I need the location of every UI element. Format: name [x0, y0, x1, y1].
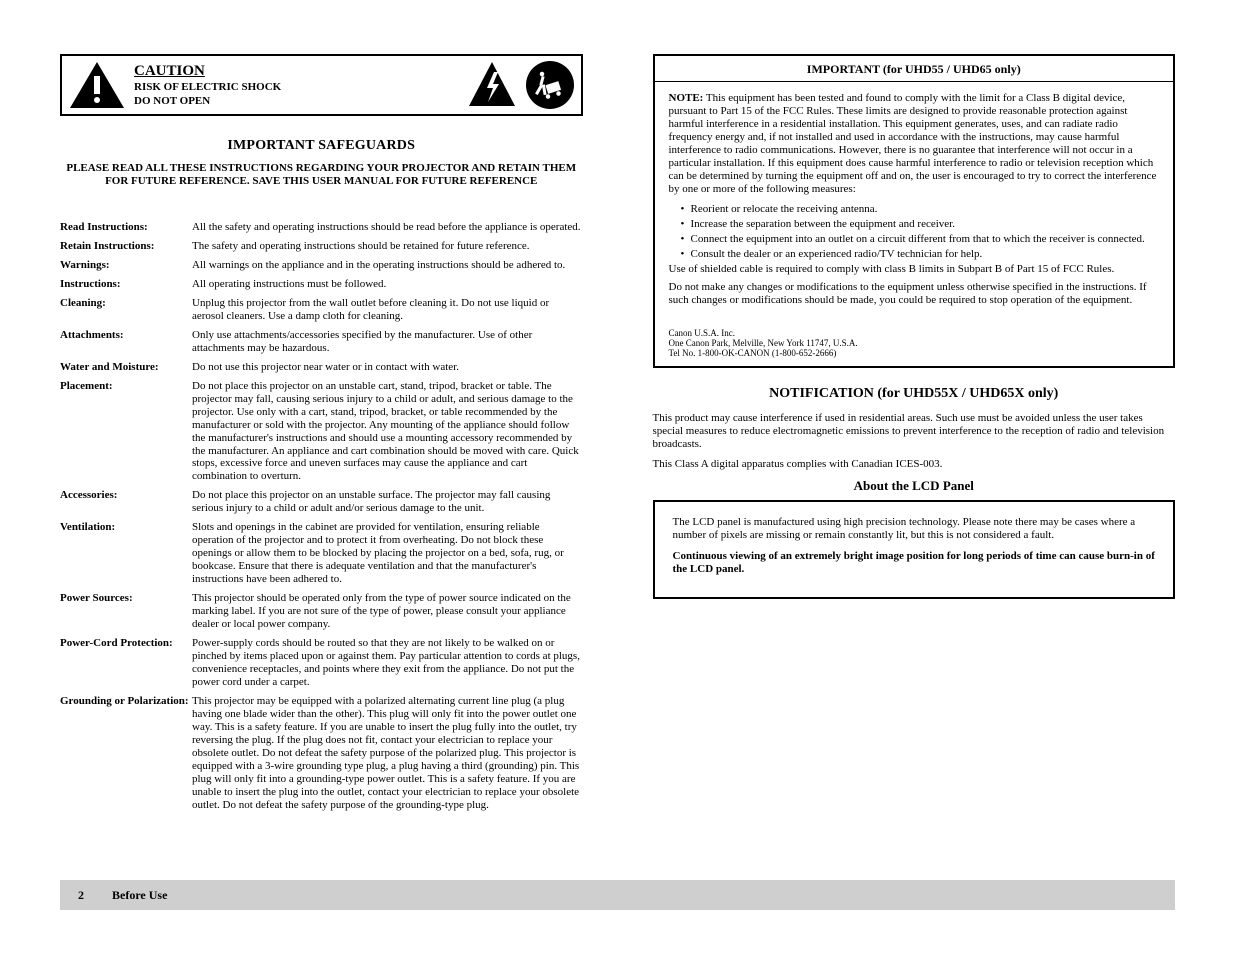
fcc-shielded: Use of shielded cable is required to com… [669, 263, 1160, 276]
fcc-bullet-2: Increase the separation between the equi… [681, 218, 1160, 231]
lcd-panel-title: About the LCD Panel [653, 478, 1176, 494]
lcd-panel-box: The LCD panel is manufactured using high… [653, 500, 1176, 599]
item-grounding-k: Grounding or Polarization: [60, 695, 192, 812]
shock-triangle-icon [467, 60, 517, 110]
item-grounding-v: This projector may be equipped with a po… [192, 695, 583, 812]
item-accessories-v: Do not place this projector on an unstab… [192, 489, 583, 515]
fcc-notice-box: IMPORTANT (for UHD55 / UHD65 only) NOTE:… [653, 54, 1176, 368]
item-placement-k: Placement: [60, 380, 192, 484]
item-power-cord-k: Power-Cord Protection: [60, 637, 192, 689]
fcc-bullet-4: Consult the dealer or an experienced rad… [681, 248, 1160, 261]
fcc-bullet-3: Connect the equipment into an outlet on … [681, 233, 1160, 246]
important-safeguards-heading: IMPORTANT SAFEGUARDS [60, 138, 583, 154]
item-instructions-v: All operating instructions must be follo… [192, 278, 583, 291]
page-number: 2 [78, 888, 84, 903]
lcd-panel-body1: The LCD panel is manufactured using high… [673, 516, 1156, 542]
fcc-body: NOTE: This equipment has been tested and… [655, 82, 1174, 326]
fcc-footer: Canon U.S.A. Inc. One Canon Park, Melvil… [655, 326, 1174, 366]
item-power-sources-v: This projector should be operated only f… [192, 592, 583, 631]
lcd-panel-body2: Continuous viewing of an extremely brigh… [673, 550, 1156, 576]
safeguards-list: Read Instructions:All the safety and ope… [60, 221, 583, 812]
class-a-title: NOTIFICATION (for UHD55X / UHD65X only) [653, 386, 1176, 403]
fcc-bullets: Reorient or relocate the receiving anten… [669, 203, 1160, 261]
warning-triangle-icon [68, 60, 126, 110]
item-power-cord-v: Power-supply cords should be routed so t… [192, 637, 583, 689]
item-attachments-k: Attachments: [60, 329, 192, 355]
item-placement-v: Do not place this projector on an unstab… [192, 380, 583, 484]
item-water-v: Do not use this projector near water or … [192, 361, 583, 374]
item-warnings-v: All warnings on the appliance and in the… [192, 259, 583, 272]
item-read-v: All the safety and operating instruction… [192, 221, 583, 234]
item-attachments-v: Only use attachments/accessories specifi… [192, 329, 583, 355]
cart-tip-icon [525, 60, 575, 110]
lcd-panel-section: About the LCD Panel The LCD panel is man… [653, 478, 1176, 599]
item-ventilation-v: Slots and openings in the cabinet are pr… [192, 521, 583, 586]
item-retain-v: The safety and operating instructions sh… [192, 240, 583, 253]
item-instructions-k: Instructions: [60, 278, 192, 291]
caution-text: CAUTION RISK OF ELECTRIC SHOCK DO NOT OP… [134, 62, 459, 107]
fcc-title: IMPORTANT (for UHD55 / UHD65 only) [655, 56, 1174, 82]
item-accessories-k: Accessories: [60, 489, 192, 515]
item-retain-k: Retain Instructions: [60, 240, 192, 253]
item-cleaning-v: Unplug this projector from the wall outl… [192, 297, 583, 323]
item-power-sources-k: Power Sources: [60, 592, 192, 631]
fcc-bullet-1: Reorient or relocate the receiving anten… [681, 203, 1160, 216]
item-water-k: Water and Moisture: [60, 361, 192, 374]
read-all-instructions-heading: PLEASE READ ALL THESE INSTRUCTIONS REGAR… [60, 162, 583, 188]
caution-box: CAUTION RISK OF ELECTRIC SHOCK DO NOT OP… [60, 54, 583, 116]
fcc-changes: Do not make any changes or modifications… [669, 281, 1160, 307]
page-footer: 2 Before Use [60, 880, 1175, 910]
item-cleaning-k: Cleaning: [60, 297, 192, 323]
class-a-notification: NOTIFICATION (for UHD55X / UHD65X only) … [653, 386, 1176, 471]
footer-section: Before Use [112, 888, 167, 903]
item-ventilation-k: Ventilation: [60, 521, 192, 586]
item-read-k: Read Instructions: [60, 221, 192, 234]
item-warnings-k: Warnings: [60, 259, 192, 272]
